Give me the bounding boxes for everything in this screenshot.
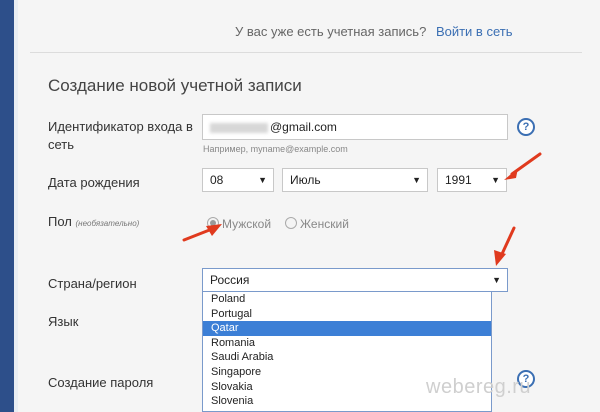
gender-label-text: Пол: [48, 214, 72, 229]
annotation-arrow-icon: [494, 226, 516, 266]
birth-year-select[interactable]: 1991 ▼: [437, 168, 507, 192]
annotation-arrow-icon: [504, 152, 542, 180]
gender-male-label: Мужской: [222, 217, 272, 231]
country-option[interactable]: Poland: [203, 292, 491, 307]
page-title: Создание новой учетной записи: [48, 76, 302, 95]
chevron-down-icon: ▼: [412, 175, 421, 185]
gender-female-label: Женский: [300, 217, 349, 231]
chevron-down-icon: ▼: [258, 175, 267, 185]
signin-prompt: У вас уже есть учетная запись? Войти в с…: [235, 24, 512, 39]
country-option[interactable]: Portugal: [203, 307, 491, 322]
chevron-down-icon: ▼: [491, 175, 500, 185]
login-help-icon[interactable]: ?: [517, 118, 535, 136]
password-label: Создание пароля: [48, 375, 154, 390]
watermark: webereg.ru: [426, 376, 532, 398]
header-divider: [30, 52, 582, 53]
radio-unselected-icon: [285, 217, 297, 229]
birth-day-value: 08: [210, 173, 224, 187]
country-value: Россия: [210, 273, 250, 287]
login-label: Идентификатор входа в сеть: [48, 119, 193, 152]
language-label: Язык: [48, 314, 79, 329]
birth-month-select[interactable]: Июль ▼: [282, 168, 428, 192]
existing-account-text: У вас уже есть учетная запись?: [235, 24, 427, 39]
country-option-highlighted[interactable]: Qatar: [203, 321, 491, 336]
login-domain: @gmail.com: [270, 120, 337, 134]
chevron-down-icon: ▼: [492, 275, 501, 285]
birth-month-value: Июль: [290, 173, 321, 187]
gender-optional-note: (необязательно): [75, 219, 140, 228]
gender-label: Пол (необязательно): [48, 213, 139, 233]
login-hint: Например, myname@example.com: [203, 144, 348, 154]
login-input[interactable]: @gmail.com: [202, 114, 508, 140]
country-option[interactable]: Romania: [203, 336, 491, 351]
country-select[interactable]: Россия ▼: [202, 268, 508, 292]
birthdate-label: Дата рождения: [48, 175, 140, 190]
gender-female-radio[interactable]: Женский: [285, 217, 349, 231]
annotation-arrow-icon: [182, 224, 222, 242]
blurred-username: [210, 122, 268, 133]
country-option[interactable]: Saudi Arabia: [203, 350, 491, 365]
signin-link[interactable]: Войти в сеть: [436, 24, 513, 39]
birth-year-value: 1991: [445, 173, 472, 187]
birth-day-select[interactable]: 08 ▼: [202, 168, 274, 192]
country-label: Страна/регион: [48, 276, 137, 291]
